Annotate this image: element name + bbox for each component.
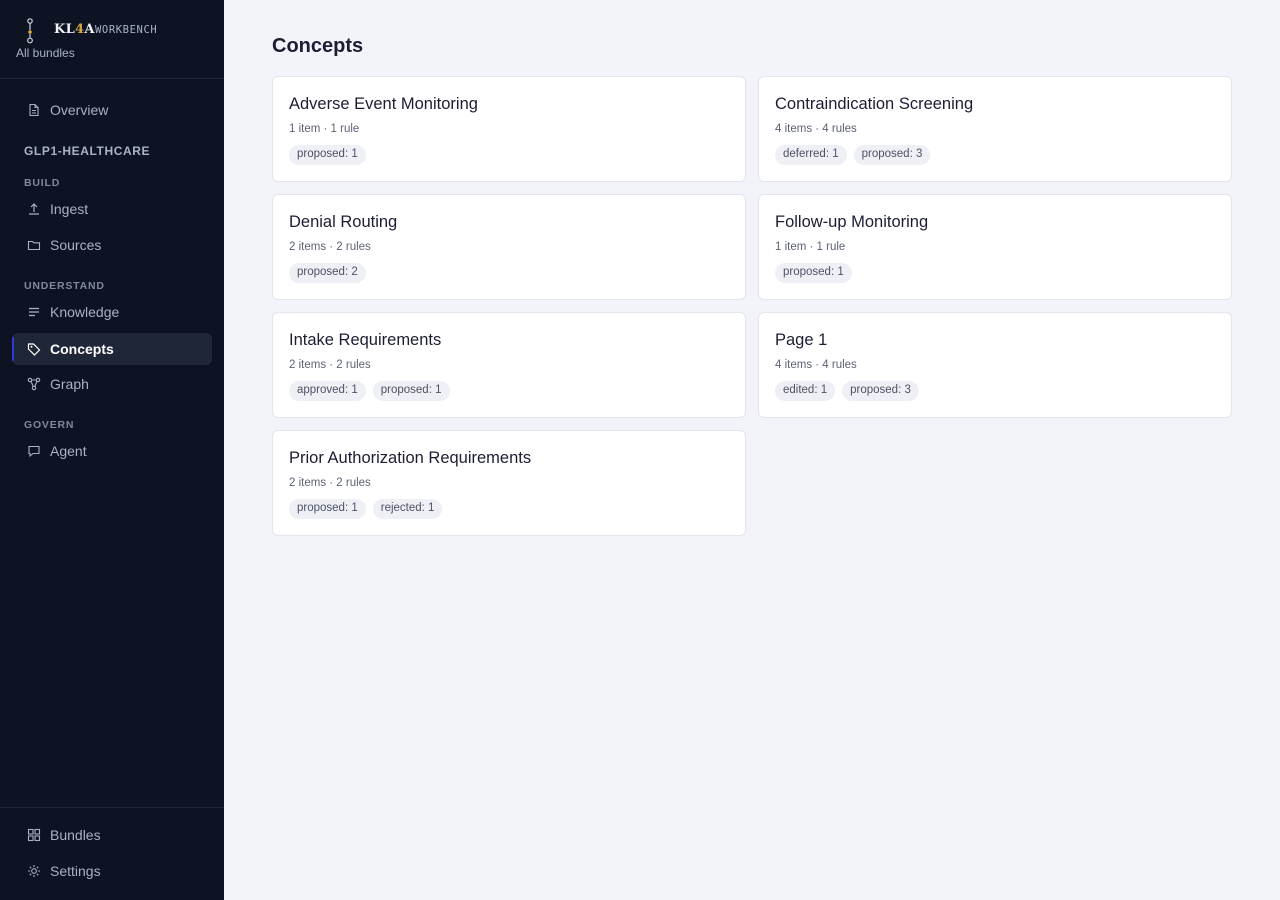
sidebar-item-agent[interactable]: Agent <box>12 435 212 467</box>
brand-subtitle: WORKBENCH <box>95 24 158 36</box>
concept-card[interactable]: Prior Authorization Requirements 2 items… <box>272 430 746 536</box>
sidebar-divider <box>0 78 224 79</box>
main-content: Concepts Adverse Event Monitoring 1 item… <box>224 0 1280 900</box>
sidebar-item-label: Agent <box>50 443 87 459</box>
status-badges: proposed: 1 rejected: 1 <box>289 499 443 519</box>
status-badges: edited: 1 proposed: 3 <box>775 381 919 401</box>
concept-card[interactable]: Adverse Event Monitoring 1 item · 1 rule… <box>272 76 746 182</box>
status-badge: proposed: 2 <box>289 263 366 283</box>
sidebar-item-label: Knowledge <box>50 304 120 320</box>
status-badge: deferred: 1 <box>775 145 847 165</box>
sidebar-item-sources[interactable]: Sources <box>12 229 212 261</box>
concept-title: Page 1 <box>775 331 828 349</box>
sidebar-item-label: Graph <box>50 376 89 392</box>
sidebar-item-overview[interactable]: Overview <box>12 94 212 126</box>
page-title: Concepts <box>272 35 364 57</box>
concept-meta: 1 item · 1 rule <box>289 123 360 135</box>
status-badge: proposed: 3 <box>853 145 931 165</box>
sidebar-item-ingest[interactable]: Ingest <box>12 193 212 225</box>
project-name: GLP1-HEALTHCARE <box>24 144 151 158</box>
status-badge: proposed: 1 <box>289 499 366 519</box>
concept-title: Intake Requirements <box>289 331 442 349</box>
concept-card[interactable]: Follow-up Monitoring 1 item · 1 rule pro… <box>758 194 1232 300</box>
concept-title: Prior Authorization Requirements <box>289 449 532 467</box>
pipeline-logo-icon <box>27 18 33 44</box>
status-badges: proposed: 2 <box>289 263 366 283</box>
sidebar-item-concepts[interactable]: Concepts <box>12 333 212 365</box>
status-badge: approved: 1 <box>289 381 366 401</box>
concept-meta: 4 items · 4 rules <box>775 123 857 135</box>
document-icon <box>29 103 39 117</box>
graph-icon <box>27 377 41 391</box>
sidebar-divider <box>0 807 224 808</box>
status-badge: edited: 1 <box>775 381 836 401</box>
brand: KL4A WORKBENCH All bundles <box>16 16 216 66</box>
status-badges: deferred: 1 proposed: 3 <box>775 145 931 165</box>
concept-meta: 2 items · 2 rules <box>289 477 371 489</box>
status-badges: proposed: 1 <box>289 145 366 165</box>
sidebar-item-label: Overview <box>50 102 109 118</box>
chat-icon <box>28 445 40 458</box>
status-badge: proposed: 1 <box>775 263 852 283</box>
status-badge: proposed: 1 <box>372 381 450 401</box>
sidebar-item-label: Bundles <box>50 827 101 843</box>
concept-title: Denial Routing <box>289 213 398 231</box>
status-badges: approved: 1 proposed: 1 <box>289 381 450 401</box>
section-label-build: BUILD <box>24 177 61 189</box>
sidebar-item-label: Sources <box>50 237 102 253</box>
list-icon <box>29 307 39 317</box>
status-badge: proposed: 3 <box>842 381 919 401</box>
gear-icon <box>28 865 40 877</box>
section-label-understand: UNDERSTAND <box>24 280 105 292</box>
sidebar-item-settings[interactable]: Settings <box>12 855 212 887</box>
concept-card[interactable]: Denial Routing 2 items · 2 rules propose… <box>272 194 746 300</box>
upload-icon <box>29 203 39 215</box>
concept-meta: 2 items · 2 rules <box>289 359 371 371</box>
folder-icon <box>27 240 41 251</box>
status-badge: proposed: 1 <box>289 145 366 165</box>
status-badge: rejected: 1 <box>372 499 443 519</box>
sidebar-item-bundles[interactable]: Bundles <box>12 819 212 851</box>
concept-card[interactable]: Page 1 4 items · 4 rules edited: 1 propo… <box>758 312 1232 418</box>
concept-title: Follow-up Monitoring <box>775 213 929 231</box>
concept-meta: 4 items · 4 rules <box>775 359 857 371</box>
concept-meta: 1 item · 1 rule <box>775 241 846 253</box>
concept-title: Contraindication Screening <box>775 95 974 113</box>
concept-card[interactable]: Contraindication Screening 4 items · 4 r… <box>758 76 1232 182</box>
sidebar: KL4A WORKBENCH All bundles Overview GLP1… <box>0 0 224 900</box>
sidebar-item-label: Settings <box>50 863 101 879</box>
all-bundles-link[interactable]: All bundles <box>16 46 75 60</box>
grid-icon <box>27 828 41 842</box>
concept-title: Adverse Event Monitoring <box>289 95 478 113</box>
sidebar-item-label: Ingest <box>50 201 89 217</box>
sidebar-item-knowledge[interactable]: Knowledge <box>12 296 212 328</box>
sidebar-item-label: Concepts <box>50 341 114 357</box>
section-label-govern: GOVERN <box>24 419 75 431</box>
brand-name: KL4A <box>54 22 95 37</box>
tag-icon <box>27 343 41 356</box>
concept-meta: 2 items · 2 rules <box>289 241 371 253</box>
concept-card[interactable]: Intake Requirements 2 items · 2 rules ap… <box>272 312 746 418</box>
status-badges: proposed: 1 <box>775 263 852 283</box>
sidebar-item-graph[interactable]: Graph <box>12 368 212 400</box>
